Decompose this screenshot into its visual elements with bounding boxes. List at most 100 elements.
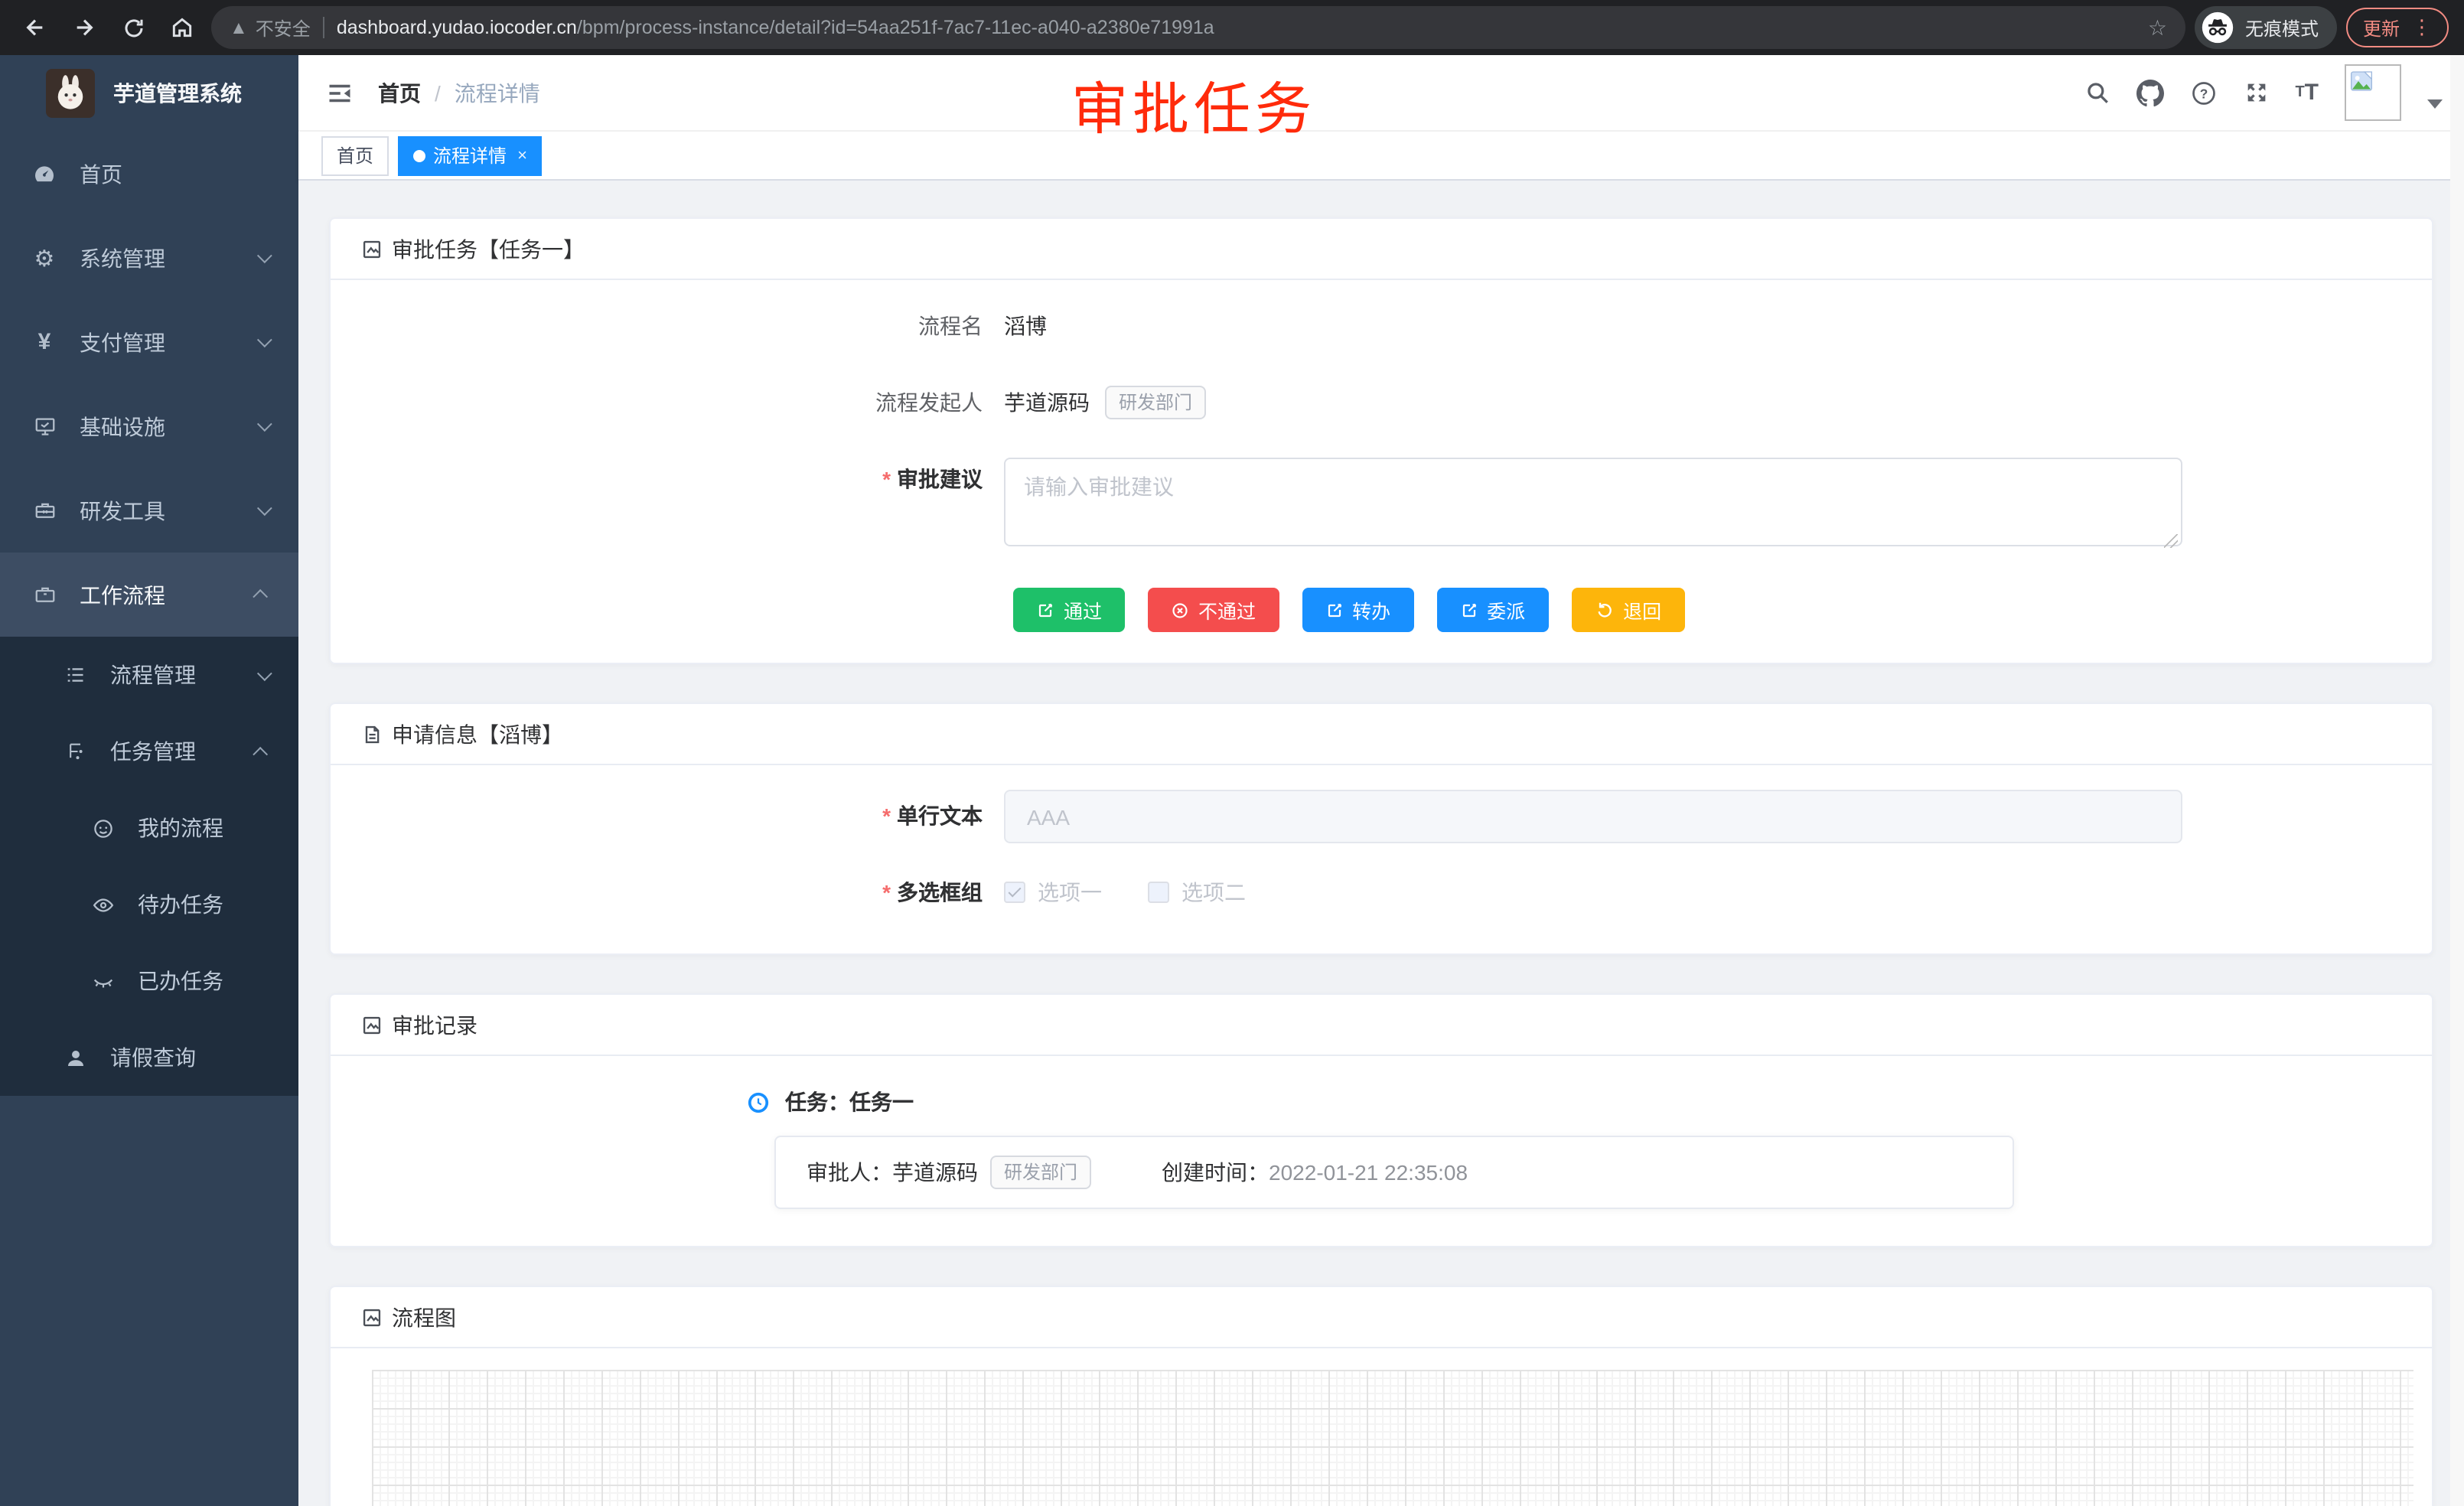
picture-icon — [361, 238, 383, 259]
breadcrumb: 首页 / 流程详情 — [378, 77, 540, 108]
sidebar-item-infra[interactable]: 基础设施 — [0, 384, 298, 468]
transfer-button[interactable]: 转办 — [1302, 588, 1413, 632]
edit-icon — [1325, 601, 1343, 619]
close-icon[interactable]: × — [517, 146, 527, 165]
tags-view-bar: 首页 流程详情 × — [298, 132, 2464, 181]
approval-record-card: 审批记录 任务：任务一 审批人： 芋道源码 研发部门 创建时间： — [329, 993, 2433, 1247]
url-path: /bpm/process-instance/detail?id=54aa251f… — [577, 17, 1214, 38]
tab-home[interactable]: 首页 — [321, 135, 389, 175]
update-button[interactable]: 更新 ⋮ — [2346, 8, 2449, 47]
sidebar-item-my-process[interactable]: 我的流程 — [0, 790, 298, 866]
checkbox-group: 选项一 选项二 — [1004, 877, 1246, 908]
undo-icon — [1594, 600, 1614, 620]
sidebar-item-label: 支付管理 — [80, 327, 257, 357]
search-icon[interactable] — [2084, 80, 2110, 106]
update-label: 更新 — [2363, 15, 2400, 41]
app-logo-row[interactable]: 芋道管理系统 — [0, 55, 298, 132]
app-logo — [46, 69, 95, 118]
breadcrumb-home[interactable]: 首页 — [378, 77, 421, 108]
suggestion-textarea[interactable] — [1004, 458, 2182, 546]
bpmn-canvas[interactable] — [372, 1370, 2413, 1506]
approve-button[interactable]: 通过 — [1013, 588, 1125, 632]
sidebar-item-done-tasks[interactable]: 已办任务 — [0, 943, 298, 1019]
github-icon[interactable] — [2136, 79, 2163, 106]
timeline-item: 任务：任务一 — [331, 1087, 2432, 1117]
eye-closed-icon — [89, 967, 116, 995]
back-icon[interactable] — [15, 8, 55, 47]
url-text[interactable]: dashboard.yudao.iocoder.cn/bpm/process-i… — [337, 17, 2136, 38]
forward-icon[interactable] — [64, 8, 104, 47]
yen-icon: ¥ — [31, 328, 58, 356]
delegate-button[interactable]: 委派 — [1436, 588, 1548, 632]
sidebar-item-todo-tasks[interactable]: 待办任务 — [0, 866, 298, 943]
initiator-row: 流程发起人 芋道源码 研发部门 — [331, 381, 2432, 424]
gear-icon: ⚙ — [31, 244, 58, 272]
field-label: 流程名 — [331, 305, 1004, 347]
chevron-down-icon — [257, 500, 272, 516]
browser-menu-icon[interactable]: ⋮ — [2412, 15, 2432, 40]
chevron-down-icon — [257, 248, 272, 263]
dept-tag: 研发部门 — [990, 1156, 1091, 1189]
tab-label: 流程详情 — [433, 142, 507, 168]
sidebar: 芋道管理系统 首页 ⚙ 系统管理 ¥ 支付管理 — [0, 55, 298, 1506]
reject-button[interactable]: 不通过 — [1148, 588, 1279, 632]
sidebar-item-home[interactable]: 首页 — [0, 132, 298, 216]
record-detail-card: 审批人： 芋道源码 研发部门 创建时间： 2022-01-21 22:35:08 — [774, 1136, 2014, 1209]
font-size-icon[interactable]: TT — [2295, 80, 2319, 106]
resize-grip[interactable] — [2164, 534, 2178, 548]
sidebar-menu: 首页 ⚙ 系统管理 ¥ 支付管理 基础设施 — [0, 132, 298, 1506]
help-icon[interactable]: ? — [2189, 79, 2217, 106]
fullscreen-icon[interactable] — [2243, 80, 2269, 106]
suggestion-row: *审批建议 — [331, 458, 2432, 554]
site-security[interactable]: ▲ 不安全 — [230, 15, 311, 41]
avatar[interactable] — [2345, 64, 2401, 121]
sidebar-item-workflow[interactable]: 工作流程 — [0, 553, 298, 637]
briefcase-icon — [31, 581, 58, 608]
sidebar-item-label: 流程管理 — [110, 660, 257, 690]
reload-icon[interactable] — [113, 8, 153, 47]
field-label: *单行文本 — [331, 790, 1004, 843]
scrollbar-track[interactable] — [2450, 55, 2464, 1506]
card-title: 流程图 — [392, 1302, 456, 1332]
created-time: 2022-01-21 22:35:08 — [1269, 1160, 1468, 1185]
sidebar-item-label: 首页 — [80, 158, 274, 189]
sidebar-item-label: 基础设施 — [80, 411, 257, 442]
field-label: *多选框组 — [331, 877, 1004, 908]
sidebar-item-label: 请假查询 — [110, 1042, 274, 1073]
warning-icon: ▲ — [230, 17, 248, 38]
checkbox-option-2[interactable]: 选项二 — [1148, 877, 1246, 908]
sidebar-item-devtools[interactable]: 研发工具 — [0, 468, 298, 553]
edit-icon — [1036, 601, 1054, 619]
url-bar[interactable]: ▲ 不安全 dashboard.yudao.iocoder.cn/bpm/pro… — [211, 6, 2185, 49]
sidebar-item-process-mgmt[interactable]: 流程管理 — [0, 637, 298, 713]
sidebar-item-task-mgmt[interactable]: 任务管理 — [0, 713, 298, 790]
incognito-badge: 无痕模式 — [2195, 6, 2337, 49]
url-host: dashboard.yudao.iocoder.cn — [337, 17, 577, 38]
caret-down-icon[interactable] — [2427, 99, 2443, 108]
sidebar-item-label: 待办任务 — [138, 889, 274, 920]
sidebar-item-pay[interactable]: ¥ 支付管理 — [0, 300, 298, 384]
active-dot — [413, 149, 425, 161]
sidebar-item-leave-query[interactable]: 请假查询 — [0, 1019, 298, 1096]
bookmark-star-icon[interactable]: ☆ — [2148, 15, 2167, 41]
checkbox-label: 选项一 — [1038, 877, 1102, 908]
card-title: 审批任务【任务一】 — [392, 233, 585, 264]
home-icon[interactable] — [162, 8, 202, 47]
tab-process-detail[interactable]: 流程详情 × — [398, 135, 543, 175]
sidebar-fold-icon[interactable] — [314, 67, 366, 119]
card-title: 审批记录 — [392, 1009, 477, 1040]
single-line-input[interactable] — [1004, 790, 2182, 843]
page-content: 审批任务【任务一】 流程名 滔博 流程发起人 芋道源码 研发部门 — [298, 181, 2464, 1506]
return-button[interactable]: 退回 — [1571, 588, 1684, 632]
sidebar-item-label: 工作流程 — [80, 579, 257, 610]
breadcrumb-separator: / — [435, 80, 441, 105]
chevron-down-icon — [257, 665, 272, 680]
sidebar-item-label: 研发工具 — [80, 495, 257, 526]
checkbox-label: 选项二 — [1181, 877, 1246, 908]
monitor-icon — [31, 412, 58, 440]
user-icon — [61, 1044, 89, 1071]
required-asterisk: * — [882, 467, 891, 491]
checkbox-option-1[interactable]: 选项一 — [1004, 877, 1102, 908]
chevron-down-icon — [257, 416, 272, 432]
sidebar-item-system[interactable]: ⚙ 系统管理 — [0, 216, 298, 300]
